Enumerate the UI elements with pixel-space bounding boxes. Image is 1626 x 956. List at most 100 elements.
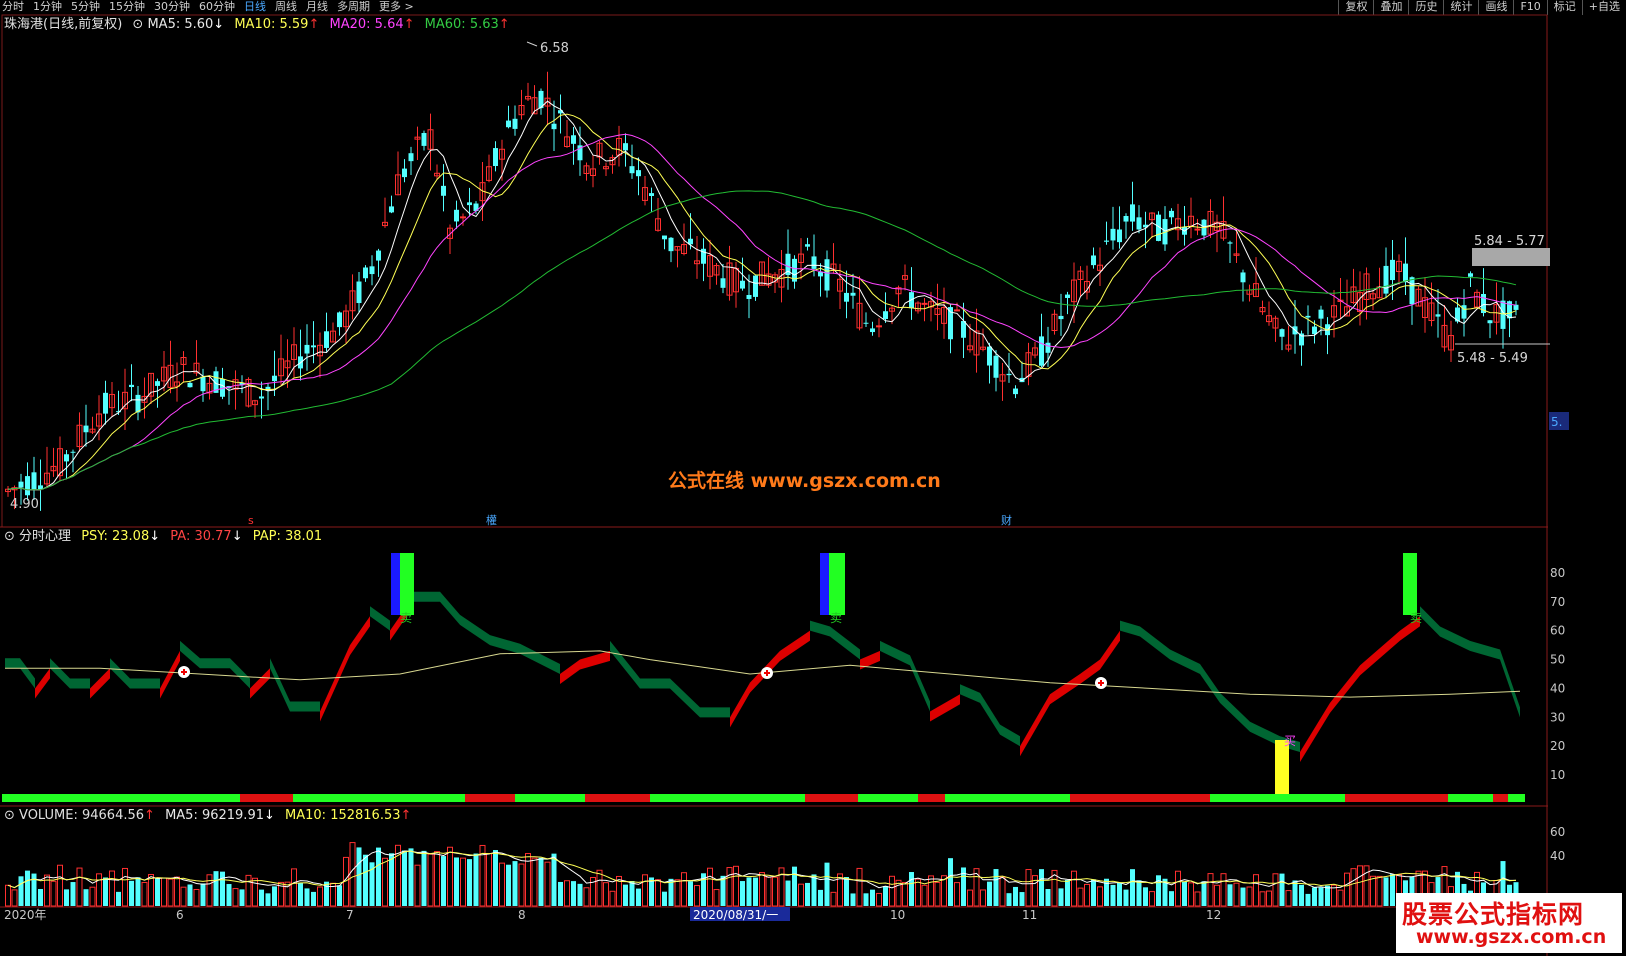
candle-body [850,292,856,296]
volume-bar [421,850,427,906]
psy-band-segment [810,620,830,637]
volume-bar [1214,884,1220,907]
psy-band-segment [700,707,730,718]
volume-bar [135,877,141,906]
volume-bar [427,853,434,907]
candle-body [155,381,160,386]
volume-bar [564,880,570,907]
candle-body [1312,326,1317,335]
center-watermark: 公式在线 www.gszx.com.cn [668,470,941,492]
state-strip-segment [650,794,805,802]
psy-band-segment [130,678,160,689]
state-strip-segment [918,794,945,802]
volume-bar [1285,890,1292,907]
candle-body [1117,229,1122,243]
psy-axis-tick: 70 [1550,595,1565,609]
candle-body [103,392,108,414]
main-panel-border [1,14,1548,528]
volume-bar [609,890,616,907]
candle-body [1039,336,1044,366]
event-mark-s: s [248,514,254,527]
volume-bar [1337,889,1344,907]
candle-body [324,331,329,348]
candle-body [1513,304,1519,310]
ma10-line [7,113,1517,491]
volume-bar [558,881,563,906]
volume-bar [662,891,667,906]
candle-body [746,294,752,299]
volume-bar [785,880,791,906]
volume-bar [876,892,882,907]
volume-bar [1058,888,1064,906]
psy-band-segment [70,678,90,689]
volume-bar [187,884,193,906]
candle-body [636,170,641,177]
volume-bar [1006,893,1012,906]
signal-bar-green [1403,553,1417,615]
volume-bar [460,857,466,907]
volume-bar [1370,875,1376,907]
candle-body [844,292,849,302]
volume-bar [441,856,446,906]
psy-band-segment [1360,630,1400,676]
candle-body [1091,255,1096,266]
psy-band-segment [160,650,180,699]
candle-body [493,148,498,167]
volume-bar [473,853,479,906]
volume-ma10-line [7,850,1517,889]
candle-body [31,472,37,490]
psy-band-segment [1140,626,1170,660]
volume-bar [571,881,576,906]
psy-band-segment [1470,640,1500,660]
volume-bar [206,874,213,907]
candle-body [369,266,375,275]
high-price-pointer [526,41,538,47]
volume-bar [298,882,303,906]
volume-bar [1143,887,1148,906]
volume-bar [18,876,24,906]
volume-bar [1097,886,1103,907]
volume-bar [512,861,518,906]
candle-body [571,135,576,144]
psy-band-segment [610,640,640,689]
volume-bar [844,877,849,906]
volume-bar [155,877,160,906]
volume-bar [447,846,453,907]
state-strip-segment [240,794,293,802]
state-strip-segment [2,794,240,802]
date-axis-label: 12 [1206,908,1221,922]
state-strip-segment [1508,794,1525,802]
event-mark-finance: 财 [1001,513,1012,527]
volume-bar [161,877,167,907]
volume-bar [317,886,323,907]
psy-band-segment [1330,665,1360,713]
candle-body [1305,315,1311,318]
volume-bar [486,853,492,907]
volume-bar [1220,873,1227,907]
state-strip-segment [1070,794,1210,802]
volume-bar [389,853,394,906]
candle-body [389,206,394,213]
psy-band-segment [110,658,130,689]
psy-band-segment [1440,626,1470,651]
volume-bar [141,881,148,907]
psy-band-segment [1420,606,1440,637]
volume-bar [337,885,342,906]
volume-bar [129,880,134,906]
candle-body [811,256,817,269]
volume-bar [402,850,407,906]
volume-bar [1013,886,1018,906]
candle-body [720,278,726,288]
volume-bar [1110,884,1116,906]
volume-bar [1071,870,1077,907]
psy-band-segment [35,668,50,699]
signal-bar-green [400,553,414,615]
volume-bar [694,885,700,907]
volume-bar [999,876,1006,907]
volume-bar [518,863,525,907]
volume-bar [1084,883,1090,907]
volume-bar [883,886,888,906]
volume-bar [1077,887,1084,907]
volume-bar [376,847,381,906]
candle-body [987,346,992,366]
